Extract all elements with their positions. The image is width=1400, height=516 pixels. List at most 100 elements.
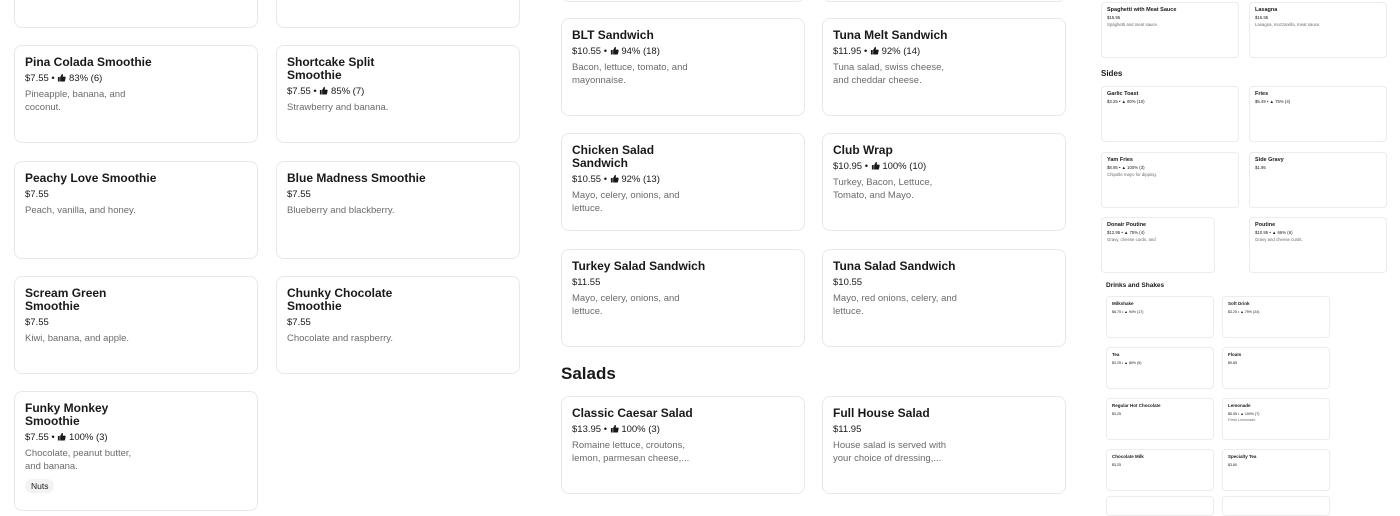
item-price: $7.55	[25, 317, 49, 328]
item-description: Mayo, celery, onions, and lettuce.	[572, 293, 680, 317]
item-description: Peach, vanilla, and honey.	[25, 205, 136, 216]
item-description: Chocolate, peanut butter, and banana.	[25, 448, 132, 472]
item-price-rating: $11.95 • 92% (14)	[833, 46, 921, 57]
item-price-rating: $7.55 • 85% (7)	[287, 86, 365, 97]
menu-item-card-mini[interactable]	[1222, 496, 1330, 516]
item-name: Shortcake Split Smoothie	[287, 55, 375, 82]
item-name: Turkey Salad Sandwich	[572, 259, 706, 273]
menu-item-card-mini[interactable]: Lasagna $16.95 Lasagna, mozzarella, meat…	[1249, 2, 1387, 58]
item-description: Gravy and cheese curds.	[1255, 236, 1303, 242]
item-name: Classic Caesar Salad	[572, 406, 693, 420]
menu-item-card[interactable]: Blue Madness Smoothie $7.55 Blueberry an…	[276, 161, 520, 259]
thumbs-up-icon	[58, 432, 67, 441]
menu-item-card-mini[interactable]: Side Gravy $1.95	[1249, 152, 1387, 208]
section-heading-salads: Salads	[561, 364, 616, 383]
menu-item-card[interactable]: Scream Green Smoothie $7.55 Kiwi, banana,…	[14, 276, 258, 374]
item-name: Full House Salad	[833, 406, 930, 420]
menu-item-card[interactable]: Turkey Salad Sandwich $11.55 Mayo, celer…	[561, 249, 805, 347]
item-name: Fries	[1255, 91, 1269, 97]
item-price: $1.95	[1255, 164, 1266, 170]
item-name: Side Gravy	[1255, 157, 1284, 163]
item-name: Garlic Toast	[1107, 91, 1139, 97]
item-description: Bacon, lettuce, tomato, and mayonnaise.	[572, 62, 688, 86]
menu-item-card[interactable]: Tuna Melt Sandwich $11.95 • 92% (14) Tun…	[822, 18, 1066, 116]
menu-item-card[interactable]: Full House Salad $11.95 House salad is s…	[822, 396, 1066, 494]
menu-item-card[interactable]	[14, 0, 258, 28]
menu-item-card[interactable]: Funky Monkey Smoothie $7.55 • 100% (3) Ch…	[14, 391, 258, 511]
menu-item-card[interactable]: Chunky Chocolate Smoothie $7.55 Chocolate…	[276, 276, 520, 374]
menu-item-card-mini[interactable]: Donair Poutine $12.95 • ▲ 75% (4) Gravy,…	[1101, 217, 1215, 273]
item-price: $9.85	[1228, 360, 1237, 365]
item-name: Pina Colada Smoothie	[25, 55, 152, 69]
menu-item-card-mini[interactable]: Fries $5.49 • ▲ 75% (4)	[1249, 86, 1387, 142]
thumbs-up-icon	[610, 424, 619, 433]
item-name: BLT Sandwich	[572, 28, 654, 42]
item-price-rating: $5.49 • ▲ 75% (4)	[1255, 98, 1291, 104]
menu-item-card[interactable]: Pina Colada Smoothie $7.55 • 83% (6) Pin…	[14, 45, 258, 143]
item-name: Milkshake	[1112, 301, 1134, 306]
menu-item-card-mini[interactable]: Floats $9.85	[1222, 347, 1330, 389]
menu-item-card-mini[interactable]: Chocolate Milk $3.25	[1106, 449, 1214, 491]
menu-item-card[interactable]: Shortcake Split Smoothie $7.55 • 85% (7) …	[276, 45, 520, 143]
item-description: Tuna salad, swiss cheese, and cheddar che…	[833, 62, 945, 86]
menu-item-card-mini[interactable]: Milkshake $8.75 • ▲ 94% (17)	[1106, 296, 1214, 338]
item-name: Peachy Love Smoothie	[25, 171, 157, 185]
item-price-rating: $8.95 • ▲ 100% (3)	[1107, 164, 1145, 170]
item-name: Spaghetti with Meat Sauce	[1107, 7, 1177, 13]
menu-item-card[interactable]: Chicken Salad Sandwich $10.55 • 92% (13) …	[561, 133, 805, 231]
item-price: $16.95	[1255, 14, 1269, 20]
menu-item-card-mini[interactable]: Garlic Toast $3.25 • ▲ 80% (10)	[1101, 86, 1239, 142]
item-price: $3.25	[1112, 411, 1121, 416]
menu-item-card-mini[interactable]: Tea $3.25 • ▲ 80% (5)	[1106, 347, 1214, 389]
item-description: Gravy, cheese curds, and	[1107, 236, 1156, 242]
item-price-rating: $10.55 • 94% (18)	[572, 46, 660, 57]
item-description: Chocolate and raspberry.	[287, 333, 393, 344]
menu-item-card[interactable]	[561, 0, 805, 2]
menu-item-card-mini[interactable]: Specialty Tea $3.80	[1222, 449, 1330, 491]
menu-item-card[interactable]: Classic Caesar Salad $13.95 • 100% (3) R…	[561, 396, 805, 494]
item-description: Mayo, red onions, celery, and lettuce.	[833, 293, 957, 317]
item-name: Soft Drink	[1228, 301, 1250, 306]
item-price: $11.95	[833, 424, 862, 435]
thumbs-up-icon	[610, 174, 619, 183]
menu-item-card[interactable]: BLT Sandwich $10.55 • 94% (18) Bacon, le…	[561, 18, 805, 116]
item-name: Yam Fries	[1107, 157, 1133, 163]
item-name: Specialty Tea	[1228, 454, 1257, 459]
menu-item-card-mini[interactable]	[1106, 496, 1214, 516]
item-description: Chipotle mayo for dipping.	[1107, 171, 1157, 177]
item-name: Lemonade	[1228, 403, 1251, 408]
menu-item-card-mini[interactable]: Lemonade $5.55 • ▲ 100% (7) Fresh Lemona…	[1222, 398, 1330, 440]
item-name: Club Wrap	[833, 143, 893, 157]
item-description: Pineapple, banana, and coconut.	[25, 89, 126, 113]
item-price-rating: $7.55 • 100% (3)	[25, 432, 108, 443]
item-price: $11.55	[572, 277, 601, 288]
menu-item-card-mini[interactable]: Yam Fries $8.95 • ▲ 100% (3) Chipotle ma…	[1101, 152, 1239, 208]
item-price: $7.55	[287, 189, 311, 200]
menu-item-card[interactable]: Peachy Love Smoothie $7.55 Peach, vanill…	[14, 161, 258, 259]
item-price-rating: $8.75 • ▲ 94% (17)	[1112, 309, 1144, 314]
item-price: $7.55	[25, 189, 49, 200]
thumbs-up-icon	[871, 161, 880, 170]
item-description: Spaghetti and meat sauce.	[1107, 21, 1159, 27]
item-name: Tea	[1112, 352, 1120, 357]
menu-item-card-mini[interactable]: Regular Hot Chocolate $3.25	[1106, 398, 1214, 440]
item-price: $7.55	[287, 317, 311, 328]
menu-item-card[interactable]: Tuna Salad Sandwich $10.55 Mayo, red oni…	[822, 249, 1066, 347]
item-price: $15.95	[1107, 14, 1121, 20]
menu-item-card[interactable]	[276, 0, 520, 28]
menu-item-card-mini[interactable]: Soft Drink $3.25 • ▲ 79% (24)	[1222, 296, 1330, 338]
item-name: Chunky Chocolate Smoothie	[287, 286, 393, 313]
dietary-tag: Nuts	[25, 479, 55, 493]
menu-item-card-mini[interactable]: Spaghetti with Meat Sauce $15.95 Spaghet…	[1101, 2, 1239, 58]
item-name: Funky Monkey Smoothie	[25, 401, 109, 428]
item-description: Fresh Lemonade.	[1228, 417, 1257, 422]
item-description: House salad is served with your choice of…	[833, 440, 946, 464]
item-name: Lasagna	[1255, 7, 1278, 13]
item-name: Blue Madness Smoothie	[287, 171, 426, 185]
item-description: Turkey, Bacon, Lettuce, Tomato, and Mayo.	[833, 177, 933, 201]
menu-item-card-mini[interactable]: Poutine $10.95 • ▲ 66% (6) Gravy and che…	[1249, 217, 1387, 273]
item-price-rating: $7.55 • 83% (6)	[25, 73, 103, 84]
item-price-rating: $3.25 • ▲ 80% (5)	[1112, 360, 1142, 365]
menu-item-card[interactable]	[822, 0, 1066, 2]
menu-item-card[interactable]: Club Wrap $10.95 • 100% (10) Turkey, Bac…	[822, 133, 1066, 231]
